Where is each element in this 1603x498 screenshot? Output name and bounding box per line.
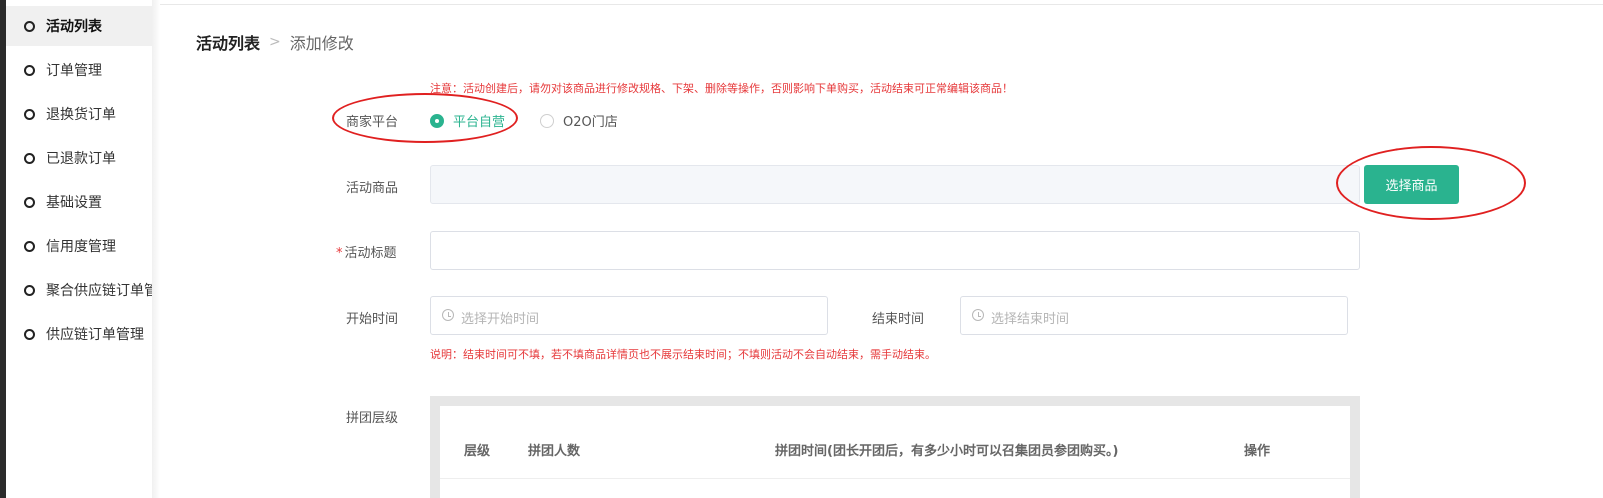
breadcrumb-separator-icon: > <box>269 34 281 50</box>
sidebar-shadow <box>152 0 160 498</box>
start-time-label: 开始时间 <box>346 312 399 327</box>
circle-icon <box>24 196 35 208</box>
sidebar-item-refunded[interactable]: 已退款订单 <box>6 138 152 178</box>
annotation-ellipse <box>332 93 518 143</box>
warning-notice: 注意：活动创建后，请勿对该商品进行修改规格、下架、删除等操作，否则影响下单购买，… <box>430 82 1013 95</box>
breadcrumb: 活动列表 > 添加修改 <box>196 30 354 54</box>
end-time-picker[interactable]: 选择结束时间 <box>960 296 1348 335</box>
circle-icon <box>24 240 35 252</box>
column-header: 操作 <box>1244 444 1271 459</box>
header-divider <box>440 478 1350 479</box>
tier-table: 层级 拼团人数 拼团时间(团长开团后，有多少小时可以召集团员参团购买。) 操作 <box>430 396 1360 498</box>
header-divider <box>160 4 1603 5</box>
annotation-ellipse <box>1336 146 1526 220</box>
product-field <box>430 165 1360 204</box>
end-time-label: 结束时间 <box>872 312 925 327</box>
radio-platform-o2o[interactable]: O2O门店 <box>540 111 618 130</box>
sidebar-item-credit[interactable]: 信用度管理 <box>6 226 152 266</box>
sidebar-item-label: 聚合供应链订单管 <box>46 283 152 299</box>
title-label-text: 活动标题 <box>344 246 397 261</box>
sidebar-item-label: 基础设置 <box>46 195 102 211</box>
circle-icon <box>24 108 35 120</box>
breadcrumb-current: 添加修改 <box>289 34 354 53</box>
circle-icon <box>24 152 35 164</box>
sidebar-item-label: 订单管理 <box>46 63 102 79</box>
sidebar-item-label: 退换货订单 <box>46 107 116 123</box>
sidebar-item-aggregated-supply[interactable]: 聚合供应链订单管 <box>6 270 152 310</box>
required-mark: * <box>336 246 343 261</box>
breadcrumb-root[interactable]: 活动列表 <box>196 30 260 54</box>
column-header: 层级 <box>464 444 491 459</box>
sidebar-item-label: 已退款订单 <box>46 151 116 167</box>
circle-icon <box>24 20 35 32</box>
sidebar-item-label: 活动列表 <box>46 19 102 35</box>
sidebar-item-label: 信用度管理 <box>46 239 116 255</box>
sidebar-item-supply-chain[interactable]: 供应链订单管理 <box>6 314 152 354</box>
sidebar-item-returns[interactable]: 退换货订单 <box>6 94 152 134</box>
title-input[interactable] <box>430 231 1360 270</box>
column-header: 拼团人数 <box>528 444 581 459</box>
start-time-picker[interactable]: 选择开始时间 <box>430 296 828 335</box>
product-label: 活动商品 <box>346 181 399 196</box>
sidebar: 活动列表 订单管理 退换货订单 已退款订单 基础设置 信用度管理 聚合供应链订单… <box>6 0 152 498</box>
start-time-placeholder: 选择开始时间 <box>461 312 540 327</box>
clock-icon <box>972 309 984 321</box>
radio-unchecked-icon <box>540 113 554 128</box>
tiers-label: 拼团层级 <box>346 411 399 426</box>
title-label: * 活动标题 <box>336 242 397 261</box>
circle-icon <box>24 284 35 296</box>
sidebar-item-basic-settings[interactable]: 基础设置 <box>6 182 152 222</box>
radio-label: O2O门店 <box>563 115 618 130</box>
end-time-placeholder: 选择结束时间 <box>991 312 1070 327</box>
circle-icon <box>24 328 35 340</box>
column-header: 拼团时间(团长开团后，有多少小时可以召集团员参团购买。) <box>775 444 1119 459</box>
sidebar-item-orders[interactable]: 订单管理 <box>6 50 152 90</box>
tier-table-inner: 层级 拼团人数 拼团时间(团长开团后，有多少小时可以召集团员参团购买。) 操作 <box>440 406 1350 498</box>
sidebar-item-label: 供应链订单管理 <box>46 327 144 343</box>
clock-icon <box>442 309 454 321</box>
circle-icon <box>24 64 35 76</box>
sidebar-item-activity-list[interactable]: 活动列表 <box>6 6 152 46</box>
time-note: 说明：结束时间可不填，若不填商品详情页也不展示结束时间；不填则活动不会自动结束，… <box>430 348 936 361</box>
